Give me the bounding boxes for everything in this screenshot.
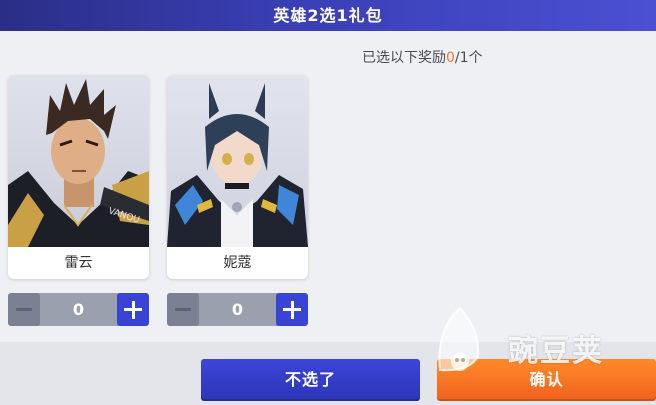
selection-prefix: 已选以下奖励 [362,50,446,66]
selected-count: 0 [446,50,455,66]
increment-button[interactable] [276,293,308,326]
hero-card-nikou[interactable]: 妮蔻 [167,75,308,279]
decrement-button[interactable] [8,293,40,326]
selection-counter: 已选以下奖励0/1个 [362,47,483,67]
quantity-stepper-nikou: 0 [167,293,308,326]
decrement-button[interactable] [167,293,199,326]
hero-name: 雷云 [64,255,93,271]
hero-portrait-nikou [167,75,308,247]
quantity-stepper-leiyun: 0 [8,293,149,326]
max-count: 1 [459,50,469,66]
confirm-button[interactable]: 确认 [437,359,656,401]
increment-button[interactable] [117,293,149,326]
hero-portrait-leiyun: VANQU [8,75,149,247]
dialog-title: 英雄2选1礼包 [273,6,383,25]
quantity-value: 0 [72,300,85,319]
hero-name: 妮蔻 [223,255,252,271]
hero-card-leiyun[interactable]: VANQU 雷云 [8,75,149,279]
selection-suffix: 个 [468,50,483,66]
skip-button[interactable]: 不选了 [201,359,420,401]
quantity-value: 0 [231,300,244,319]
